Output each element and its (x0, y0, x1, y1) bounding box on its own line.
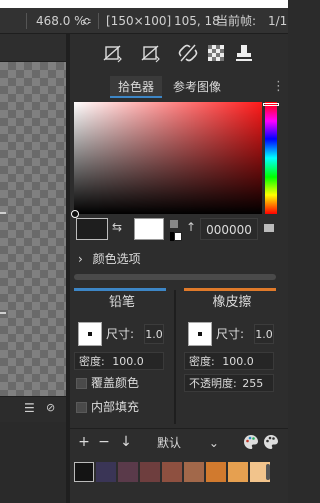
eraser-opacity-label: 不透明度: (189, 377, 237, 390)
flip-toggle-icon[interactable] (100, 42, 124, 64)
overlay-color-label: 覆盖颜色 (91, 376, 140, 390)
overlay-color-option[interactable]: 覆盖颜色 (76, 374, 139, 392)
tab-reference-image[interactable]: 参考图像 (166, 76, 228, 98)
hue-slider[interactable] (265, 102, 277, 214)
download-swatch-button[interactable]: ↓ (118, 434, 134, 450)
add-swatch-button[interactable]: + (76, 434, 92, 450)
pencil-brush-preview[interactable] (78, 322, 102, 346)
eraser-opacity-value: 255 (242, 377, 264, 390)
saturation-value-picker[interactable] (74, 102, 262, 214)
canvas-guide-mark (0, 212, 6, 214)
canvas-bottom-bar: ☰ ⊘ (0, 396, 66, 422)
canvas-toolbar (0, 34, 66, 62)
fill-inside-label: 内部填充 (91, 400, 140, 414)
column-separator (174, 290, 176, 424)
palette-preset-select[interactable]: 默认 ⌄ (140, 433, 236, 453)
pencil-density-value: 100.0 (112, 355, 144, 368)
color-swatch[interactable] (206, 462, 226, 482)
eraser-size-input[interactable]: 1.0 (254, 324, 274, 344)
pencil-title: 铅笔 (108, 295, 135, 310)
canvas-area[interactable]: ☰ ⊘ (0, 34, 66, 503)
pencil-settings: 铅笔 尺寸: 1.0 密度: 100.0 覆盖颜色 内部填充 (74, 288, 170, 424)
eraser-size-label: 尺寸: (216, 327, 245, 341)
remove-swatch-button[interactable]: − (96, 434, 112, 450)
link-off-icon[interactable] (176, 42, 200, 64)
foreground-color-swatch[interactable] (76, 218, 108, 240)
panel-menu-icon[interactable]: ⋮ (272, 76, 285, 98)
palette-preset-value: 默认 (157, 436, 182, 450)
fill-inside-option[interactable]: 内部填充 (76, 398, 139, 416)
color-options-label: 颜色选项 (92, 252, 141, 266)
canvas-size: [150×100] (106, 14, 172, 28)
status-separator (26, 13, 27, 29)
eraser-density-value: 100.0 (222, 355, 254, 368)
canvas-lower-area (0, 422, 66, 503)
chevron-right-icon: › (78, 252, 83, 266)
status-separator (98, 13, 99, 29)
frame-label: 当前帧: (216, 14, 257, 28)
hue-slider-handle[interactable] (263, 103, 279, 106)
background-color-swatch[interactable] (134, 218, 164, 240)
frame-value: 1/1 (268, 14, 288, 28)
color-history-icon[interactable] (264, 224, 274, 232)
eyedropper-icon[interactable]: ↑ (186, 220, 196, 234)
color-swatch[interactable] (162, 462, 182, 482)
color-picker-handle[interactable] (71, 210, 79, 218)
zoom-spin-icon[interactable]: ≎ (82, 8, 92, 34)
transparent-canvas[interactable] (0, 62, 66, 422)
pencil-size-label: 尺寸: (106, 327, 135, 341)
eraser-density-field[interactable]: 密度: 100.0 (184, 352, 274, 370)
canvas-guide-mark (0, 312, 6, 314)
tab-color-picker[interactable]: 拾色器 (110, 76, 162, 98)
palette-icon[interactable] (242, 433, 260, 451)
color-swatch[interactable] (118, 462, 138, 482)
color-swatch[interactable] (140, 462, 160, 482)
cursor-position: 105, 18 (174, 14, 220, 28)
swatch-scrollbar[interactable] (266, 464, 270, 480)
mirror-toggle-icon[interactable] (138, 42, 162, 64)
list-icon[interactable]: ☰ (24, 401, 35, 415)
fill-inside-checkbox[interactable] (76, 402, 87, 413)
swap-colors-icon[interactable]: ⇆ (112, 220, 122, 234)
right-panel: 拾色器 参考图像 ⋮ ⇆ ↑ 000000 › 颜色选项 铅笔 尺寸: 1.0 … (70, 34, 288, 503)
mini-white-swatch (174, 232, 182, 241)
status-bar: 468.0 % ≎ [150×100] 105, 18 当前帧: 1/1 (0, 8, 288, 34)
eraser-density-label: 密度: (189, 355, 215, 368)
swatch-toolbar: + − ↓ 默认 ⌄ (70, 428, 288, 454)
chevron-down-icon: ⌄ (208, 436, 219, 450)
transparency-icon[interactable] (204, 42, 228, 64)
eraser-title: 橡皮擦 (212, 295, 252, 310)
hex-color-input[interactable]: 000000 (200, 218, 258, 240)
pencil-size-input[interactable]: 1.0 (144, 324, 164, 344)
reset-colors-icon[interactable] (170, 220, 178, 228)
overlay-color-checkbox[interactable] (76, 378, 87, 389)
zoom-value[interactable]: 468.0 % (36, 8, 86, 34)
stamp-icon[interactable] (232, 42, 256, 64)
color-swatch[interactable] (96, 462, 116, 482)
pencil-density-label: 密度: (79, 355, 105, 368)
color-swatch[interactable] (184, 462, 204, 482)
eraser-brush-preview[interactable] (188, 322, 212, 346)
palette-settings-icon[interactable] (262, 433, 280, 451)
color-swatch[interactable] (228, 462, 248, 482)
eraser-settings: 橡皮擦 尺寸: 1.0 密度: 100.0 不透明度: 255 (184, 288, 280, 424)
horizontal-scrollbar[interactable] (74, 274, 276, 280)
color-swatch[interactable] (74, 462, 94, 482)
hide-icon[interactable]: ⊘ (46, 401, 55, 414)
eraser-opacity-field[interactable]: 不透明度: 255 (184, 374, 274, 392)
pencil-density-field[interactable]: 密度: 100.0 (74, 352, 164, 370)
color-options-toggle[interactable]: › 颜色选项 (78, 250, 141, 268)
